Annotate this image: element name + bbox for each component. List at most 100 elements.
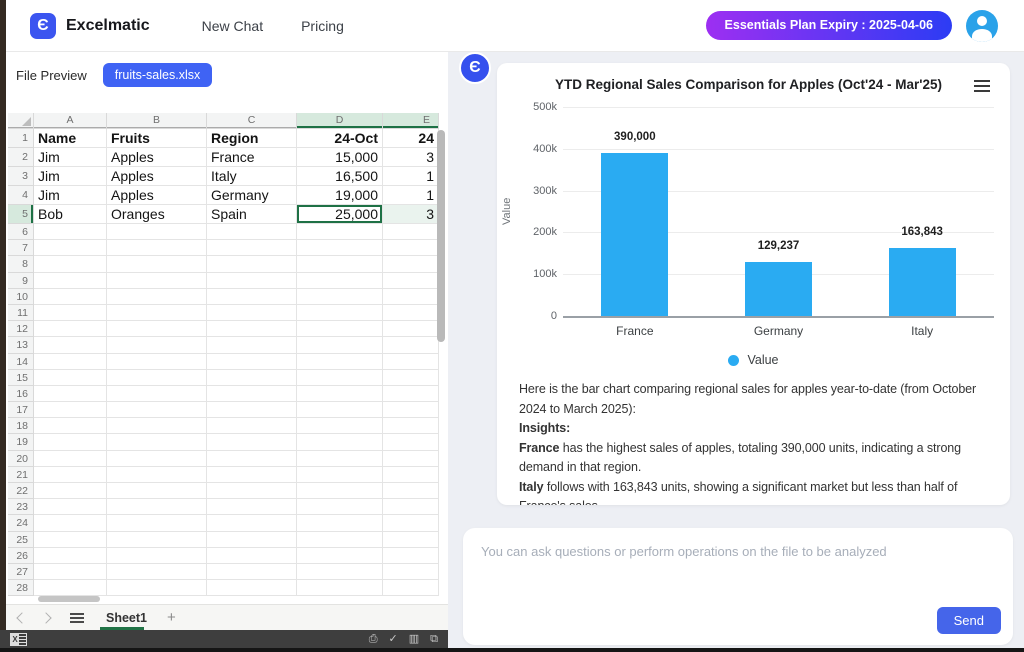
cell-B26[interactable] [107,548,207,564]
cell-B13[interactable] [107,337,207,353]
column-header-B[interactable]: B [107,113,207,129]
excelmatic-logo-icon[interactable]: Є [30,13,56,39]
chart-legend[interactable]: Value [497,353,1010,367]
cell-E3[interactable]: 1 [383,167,439,186]
cell-D1[interactable]: 24-Oct [297,129,383,148]
cell-E1[interactable]: 24 [383,129,439,148]
cell-A17[interactable] [34,402,107,418]
cell-A19[interactable] [34,434,107,450]
cell-C5[interactable]: Spain [207,205,297,224]
cell-D23[interactable] [297,499,383,515]
row-header-1[interactable]: 1 [8,129,34,148]
cell-C2[interactable]: France [207,148,297,167]
cell-C8[interactable] [207,256,297,272]
cell-B25[interactable] [107,532,207,548]
cell-D13[interactable] [297,337,383,353]
row-header-24[interactable]: 24 [8,515,34,531]
row-header-6[interactable]: 6 [8,224,34,240]
cell-E18[interactable] [383,418,439,434]
column-header-E[interactable]: E [383,113,439,129]
cell-A5[interactable]: Bob [34,205,107,224]
spreadsheet-grid[interactable]: ABCDE1NameFruitsRegion24-Oct242JimApples… [8,113,439,596]
cell-B1[interactable]: Fruits [107,129,207,148]
split-view-icon[interactable]: ▥ [409,633,419,646]
cell-B5[interactable]: Oranges [107,205,207,224]
row-header-26[interactable]: 26 [8,548,34,564]
cell-B15[interactable] [107,370,207,386]
cell-E9[interactable] [383,273,439,289]
chart-menu-icon[interactable] [974,80,990,92]
row-header-27[interactable]: 27 [8,564,34,580]
cell-E5[interactable]: 3 [383,205,439,224]
cell-A9[interactable] [34,273,107,289]
cell-E8[interactable] [383,256,439,272]
cell-E20[interactable] [383,451,439,467]
cell-C9[interactable] [207,273,297,289]
row-header-20[interactable]: 20 [8,451,34,467]
cell-D9[interactable] [297,273,383,289]
row-header-18[interactable]: 18 [8,418,34,434]
cell-D27[interactable] [297,564,383,580]
brand-name[interactable]: Excelmatic [66,17,150,35]
cell-B16[interactable] [107,386,207,402]
cell-C23[interactable] [207,499,297,515]
cell-B4[interactable]: Apples [107,186,207,205]
prev-sheet-icon[interactable] [16,612,27,623]
cell-B14[interactable] [107,354,207,370]
cell-A23[interactable] [34,499,107,515]
next-sheet-icon[interactable] [40,612,51,623]
bar-france[interactable] [601,153,668,316]
cell-A25[interactable] [34,532,107,548]
row-header-28[interactable]: 28 [8,580,34,596]
cell-B21[interactable] [107,467,207,483]
cell-D21[interactable] [297,467,383,483]
row-header-5[interactable]: 5 [8,205,34,224]
cell-B28[interactable] [107,580,207,596]
cell-E27[interactable] [383,564,439,580]
cell-D25[interactable] [297,532,383,548]
cell-C28[interactable] [207,580,297,596]
cell-C25[interactable] [207,532,297,548]
cell-C18[interactable] [207,418,297,434]
cell-A2[interactable]: Jim [34,148,107,167]
cell-D19[interactable] [297,434,383,450]
cell-D24[interactable] [297,515,383,531]
chat-input[interactable] [463,528,1013,600]
cell-E13[interactable] [383,337,439,353]
cell-C14[interactable] [207,354,297,370]
cell-C4[interactable]: Germany [207,186,297,205]
cell-A10[interactable] [34,289,107,305]
cell-A11[interactable] [34,305,107,321]
cell-D15[interactable] [297,370,383,386]
cell-B7[interactable] [107,240,207,256]
cell-D28[interactable] [297,580,383,596]
cell-E15[interactable] [383,370,439,386]
cell-D18[interactable] [297,418,383,434]
cell-D4[interactable]: 19,000 [297,186,383,205]
cell-E11[interactable] [383,305,439,321]
cell-E23[interactable] [383,499,439,515]
cell-E24[interactable] [383,515,439,531]
cell-D8[interactable] [297,256,383,272]
cell-A6[interactable] [34,224,107,240]
cell-C17[interactable] [207,402,297,418]
cell-D3[interactable]: 16,500 [297,167,383,186]
row-header-13[interactable]: 13 [8,337,34,353]
cell-A27[interactable] [34,564,107,580]
cell-A3[interactable]: Jim [34,167,107,186]
row-header-4[interactable]: 4 [8,186,34,205]
row-header-22[interactable]: 22 [8,483,34,499]
row-header-11[interactable]: 11 [8,305,34,321]
cell-E12[interactable] [383,321,439,337]
cell-E22[interactable] [383,483,439,499]
cell-E28[interactable] [383,580,439,596]
cell-C20[interactable] [207,451,297,467]
cell-C13[interactable] [207,337,297,353]
cell-D22[interactable] [297,483,383,499]
cell-C16[interactable] [207,386,297,402]
plan-expiry-badge[interactable]: Essentials Plan Expiry : 2025-04-06 [706,11,952,40]
cell-A26[interactable] [34,548,107,564]
cell-B9[interactable] [107,273,207,289]
cell-B10[interactable] [107,289,207,305]
row-header-8[interactable]: 8 [8,256,34,272]
